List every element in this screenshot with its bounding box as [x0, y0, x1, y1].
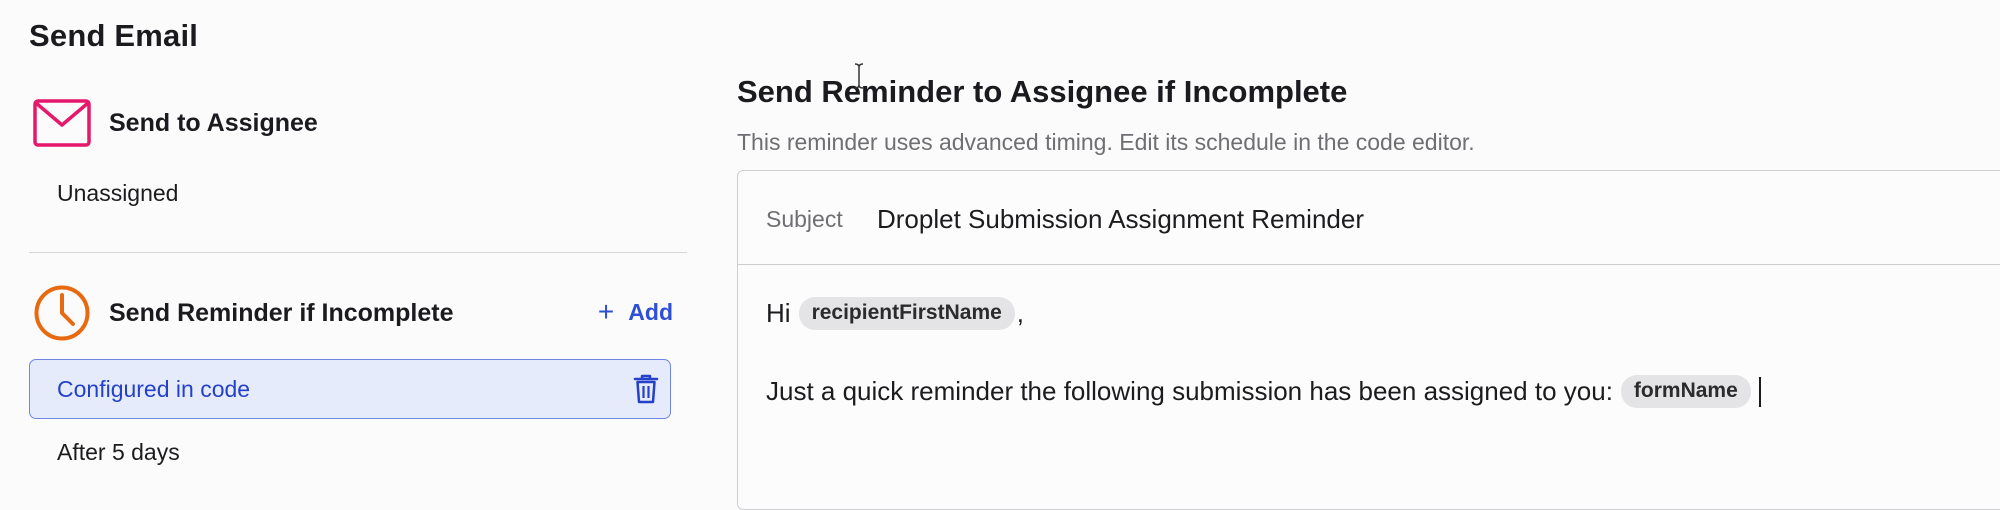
- email-body-line[interactable]: Hi recipientFirstName ,: [766, 297, 1024, 330]
- send-to-assignee-section: Send to Assignee: [29, 94, 687, 154]
- email-body-line[interactable]: Just a quick reminder the following subm…: [766, 375, 1761, 408]
- subject-label: Subject: [766, 206, 843, 232]
- email-editor: Subject Droplet Submission Assignment Re…: [737, 170, 2000, 510]
- plus-icon: +: [597, 296, 615, 327]
- text-cursor-icon: [854, 63, 864, 89]
- reminder-editor-subtitle: This reminder uses advanced timing. Edit…: [737, 129, 1475, 155]
- body-text: Just a quick reminder the following subm…: [766, 376, 1613, 406]
- add-reminder-button[interactable]: + Add: [598, 298, 673, 326]
- reminder-section-title: Send Reminder if Incomplete: [109, 299, 454, 327]
- clock-icon: [34, 285, 90, 341]
- reminder-delay-text: After 5 days: [57, 439, 180, 465]
- assignee-section-title: Send to Assignee: [109, 109, 318, 137]
- greeting-punctuation: ,: [1016, 298, 1025, 328]
- greeting-text: Hi: [766, 298, 791, 328]
- text-caret: [1758, 376, 1761, 407]
- page-title: Send Email: [29, 18, 199, 53]
- section-divider: [29, 252, 687, 253]
- configured-in-code-row[interactable]: Configured in code: [29, 359, 671, 419]
- variable-chip[interactable]: formName: [1620, 375, 1751, 408]
- mail-icon: [33, 99, 91, 147]
- subject-input[interactable]: Droplet Submission Assignment Reminder: [877, 204, 1364, 235]
- configured-in-code-label: Configured in code: [57, 376, 251, 402]
- send-reminder-section: Send Reminder if Incomplete + Add: [29, 284, 687, 344]
- reminder-editor-title: Send Reminder to Assignee if Incomplete: [737, 74, 1348, 109]
- assignee-value[interactable]: Unassigned: [57, 180, 178, 207]
- add-button-label: Add: [628, 298, 673, 325]
- trash-icon[interactable]: [633, 374, 659, 404]
- variable-chip[interactable]: recipientFirstName: [798, 297, 1015, 330]
- subject-row[interactable]: Subject Droplet Submission Assignment Re…: [738, 171, 2000, 265]
